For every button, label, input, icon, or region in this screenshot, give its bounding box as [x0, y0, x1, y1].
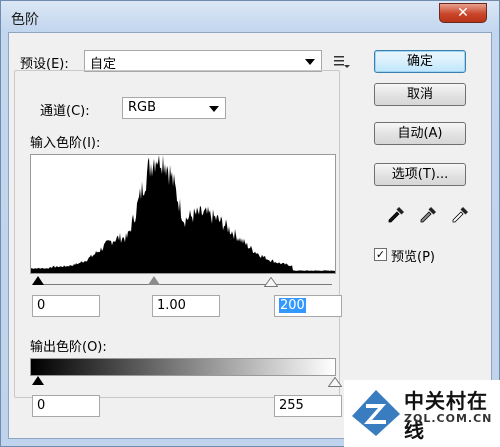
preset-menu-icon[interactable] [334, 55, 350, 69]
channel-value: RGB [128, 100, 157, 115]
input-highlight-value: 200 [279, 298, 306, 313]
cancel-button[interactable]: 取消 [374, 83, 466, 106]
input-midtone-field[interactable]: 1.00 [152, 295, 220, 317]
checkmark-icon: ✓ [375, 248, 386, 261]
white-eyedropper-icon[interactable] [450, 205, 470, 225]
input-slider-track[interactable] [36, 284, 332, 285]
output-levels-label: 输出色阶(O): [30, 340, 107, 355]
output-highlight-field[interactable]: 255 [274, 395, 342, 417]
output-gradient-bar [30, 358, 336, 376]
gray-eyedropper-icon[interactable] [418, 205, 438, 225]
window-title: 色阶 [11, 12, 39, 28]
preset-select[interactable]: 自定 [84, 50, 322, 72]
title-bar[interactable]: 色阶 ✕ [1, 1, 499, 35]
output-shadow-handle[interactable] [32, 376, 44, 385]
options-button[interactable]: 选项(T)... [374, 163, 466, 186]
channel-label: 通道(C): [40, 104, 90, 119]
input-shadow-field[interactable]: 0 [32, 295, 100, 317]
chevron-down-icon [305, 59, 315, 65]
close-icon: ✕ [457, 5, 469, 21]
zol-logo-icon [352, 390, 400, 436]
watermark-en-text: ZOL.COM.CN [404, 412, 493, 425]
input-shadow-handle[interactable] [32, 276, 44, 285]
input-levels-label: 输入色阶(I): [30, 136, 101, 151]
output-shadow-field[interactable]: 0 [32, 395, 100, 417]
input-highlight-field[interactable]: 200 [274, 295, 342, 317]
chevron-down-icon [209, 106, 219, 112]
channel-select[interactable]: RGB [122, 97, 226, 119]
ok-button[interactable]: 确定 [374, 50, 466, 73]
preview-checkbox[interactable]: ✓ [374, 248, 387, 261]
histogram-shape [31, 155, 335, 273]
input-highlight-handle[interactable] [263, 276, 279, 287]
preview-label: 预览(P) [391, 250, 435, 265]
close-button[interactable]: ✕ [439, 3, 487, 23]
auto-button[interactable]: 自动(A) [374, 122, 466, 145]
output-highlight-handle[interactable] [327, 376, 343, 387]
black-eyedropper-icon[interactable] [386, 205, 406, 225]
histogram-plot [31, 155, 335, 273]
input-midtone-handle[interactable] [148, 276, 160, 285]
histogram [30, 154, 336, 274]
